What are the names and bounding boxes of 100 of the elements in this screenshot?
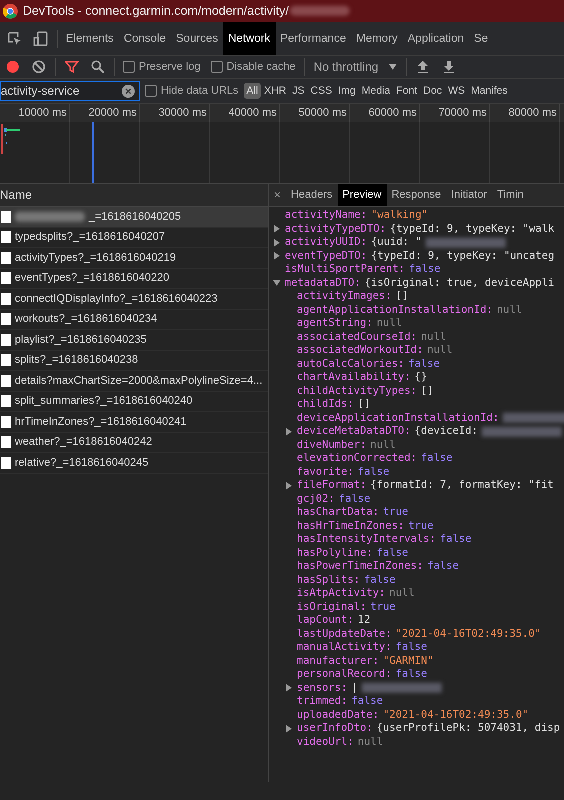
- detail-tab[interactable]: Preview: [338, 184, 387, 206]
- json-value: false: [440, 533, 472, 546]
- clear-icon[interactable]: [32, 60, 46, 74]
- request-name: playlist?_=1618616040235: [15, 334, 147, 346]
- request-name: eventTypes?_=1618616040220: [15, 272, 170, 284]
- json-value: null: [421, 330, 446, 344]
- json-value: false: [396, 641, 428, 654]
- request-row[interactable]: split_summaries?_=1618616040240: [0, 392, 268, 412]
- file-icon: [1, 210, 11, 223]
- type-filter-button[interactable]: Img: [335, 83, 359, 99]
- json-value: false: [358, 466, 390, 479]
- json-value: {deviceId:: [414, 425, 478, 438]
- json-key: videoUrl:: [297, 736, 354, 749]
- element-picker-icon[interactable]: [7, 30, 23, 46]
- expand-triangle-icon[interactable]: [273, 225, 281, 234]
- time-tick-label: 70000 ms: [420, 104, 490, 122]
- request-row[interactable]: _=1618616040205: [0, 207, 268, 228]
- search-icon[interactable]: [91, 60, 105, 74]
- record-icon[interactable]: [6, 60, 20, 74]
- device-toolbar-icon[interactable]: [33, 30, 49, 46]
- json-value: "2021-04-16T02:49:35.0": [396, 628, 542, 641]
- json-value: true: [370, 600, 396, 614]
- type-filter-button[interactable]: All: [244, 83, 262, 99]
- request-row[interactable]: eventTypes?_=1618616040220: [0, 268, 268, 289]
- detail-tab[interactable]: Headers: [286, 184, 338, 206]
- request-row[interactable]: details?maxChartSize=2000&maxPolylineSize=4...: [0, 371, 268, 392]
- time-tick-label: 80000 ms: [490, 104, 560, 122]
- json-value: null: [376, 317, 402, 330]
- type-filter-button[interactable]: Media: [358, 83, 394, 99]
- request-row[interactable]: relative?_=1618616040245: [0, 453, 268, 474]
- json-key: isAtpActivity:: [297, 587, 386, 600]
- request-row[interactable]: weather?_=1618616040242: [0, 432, 268, 453]
- json-value: null: [496, 304, 522, 317]
- json-key: childIds:: [297, 398, 354, 412]
- request-name: connectIQDisplayInfo?_=1618616040223: [15, 292, 218, 305]
- detail-tab[interactable]: Timin: [492, 184, 529, 206]
- json-value: "GARMIN": [383, 654, 434, 668]
- expand-triangle-icon[interactable]: [285, 724, 293, 733]
- json-key: isMultiSportParent:: [285, 263, 406, 276]
- type-filter-button[interactable]: CSS: [308, 83, 336, 99]
- download-icon[interactable]: [442, 60, 456, 74]
- request-name: workouts?_=1618616040234: [15, 313, 158, 326]
- column-header[interactable]: Name: [0, 188, 32, 202]
- time-tick-label: 20000 ms: [70, 104, 140, 122]
- panel-tab[interactable]: Sources: [171, 22, 224, 55]
- panel-tab[interactable]: Elements: [61, 22, 119, 55]
- type-filter-button[interactable]: JS: [290, 83, 308, 99]
- json-key: hasPolyline:: [297, 546, 373, 560]
- json-value: {typeId: 9, typeKey: "uncateg: [371, 250, 555, 263]
- request-row[interactable]: splits?_=1618616040238: [0, 350, 268, 371]
- request-name: hrTimeInZones?_=1618616040241: [15, 416, 187, 428]
- panel-tab[interactable]: Memory: [351, 22, 403, 55]
- json-value: false: [427, 560, 460, 574]
- throttling-dropdown[interactable]: No throttling: [308, 58, 403, 76]
- detail-tab[interactable]: Initiator: [446, 184, 492, 206]
- type-filter-button[interactable]: Font: [393, 83, 420, 99]
- checkbox[interactable]: [145, 85, 157, 97]
- expand-triangle-icon[interactable]: [285, 482, 293, 490]
- upload-icon[interactable]: [416, 60, 430, 74]
- type-filter-button[interactable]: WS: [445, 83, 468, 99]
- checkbox[interactable]: [210, 61, 223, 73]
- json-value: false: [396, 668, 428, 682]
- request-row[interactable]: workouts?_=1618616040234: [0, 310, 268, 330]
- clear-input-icon[interactable]: [122, 84, 135, 98]
- panel-tab[interactable]: Application: [402, 22, 470, 55]
- request-row[interactable]: connectIQDisplayInfo?_=1618616040223: [0, 289, 268, 310]
- close-button[interactable]: ×: [269, 184, 286, 206]
- filter-icon[interactable]: [65, 60, 79, 74]
- json-value: {userProfilePk: 5074031, disp: [376, 722, 560, 736]
- json-key: hasIntensityIntervals:: [297, 533, 436, 546]
- filter-field[interactable]: activity-service: [0, 81, 140, 101]
- type-filter-button[interactable]: Manifes: [468, 83, 511, 99]
- json-key: hasChartData:: [297, 506, 380, 520]
- panel-tab[interactable]: Se: [469, 22, 494, 55]
- type-filter-button[interactable]: XHR: [261, 83, 290, 99]
- collapse-triangle-icon[interactable]: [273, 279, 281, 288]
- checkbox[interactable]: [123, 61, 135, 73]
- file-icon: [1, 436, 11, 448]
- type-filter-button[interactable]: Doc: [420, 83, 446, 99]
- request-row[interactable]: activityTypes?_=1618616040219: [0, 248, 268, 268]
- expand-triangle-icon[interactable]: [285, 428, 293, 436]
- file-icon: [1, 416, 11, 428]
- json-key: hasSplits:: [297, 574, 360, 587]
- panel-tab[interactable]: Network: [223, 22, 276, 55]
- request-row[interactable]: playlist?_=1618616040235: [0, 330, 268, 350]
- json-key: activityImages:: [297, 290, 392, 304]
- panel-tab[interactable]: Performance: [276, 22, 352, 55]
- json-value: false: [338, 492, 371, 506]
- json-key: diveNumber:: [297, 438, 367, 452]
- time-tick-label: 30000 ms: [140, 104, 210, 122]
- expand-triangle-icon[interactable]: [285, 684, 293, 692]
- expand-triangle-icon[interactable]: [273, 252, 281, 260]
- request-row[interactable]: typedsplits?_=1618616040207: [0, 228, 268, 248]
- json-value: "walking": [371, 209, 428, 222]
- json-value: {typeId: 9, typeKey: "walk: [390, 222, 555, 236]
- expand-triangle-icon[interactable]: [273, 238, 281, 247]
- json-key: chartAvailability:: [297, 371, 411, 384]
- detail-tab[interactable]: Response: [386, 184, 446, 206]
- panel-tab[interactable]: Console: [118, 22, 172, 55]
- request-row[interactable]: hrTimeInZones?_=1618616040241: [0, 412, 268, 432]
